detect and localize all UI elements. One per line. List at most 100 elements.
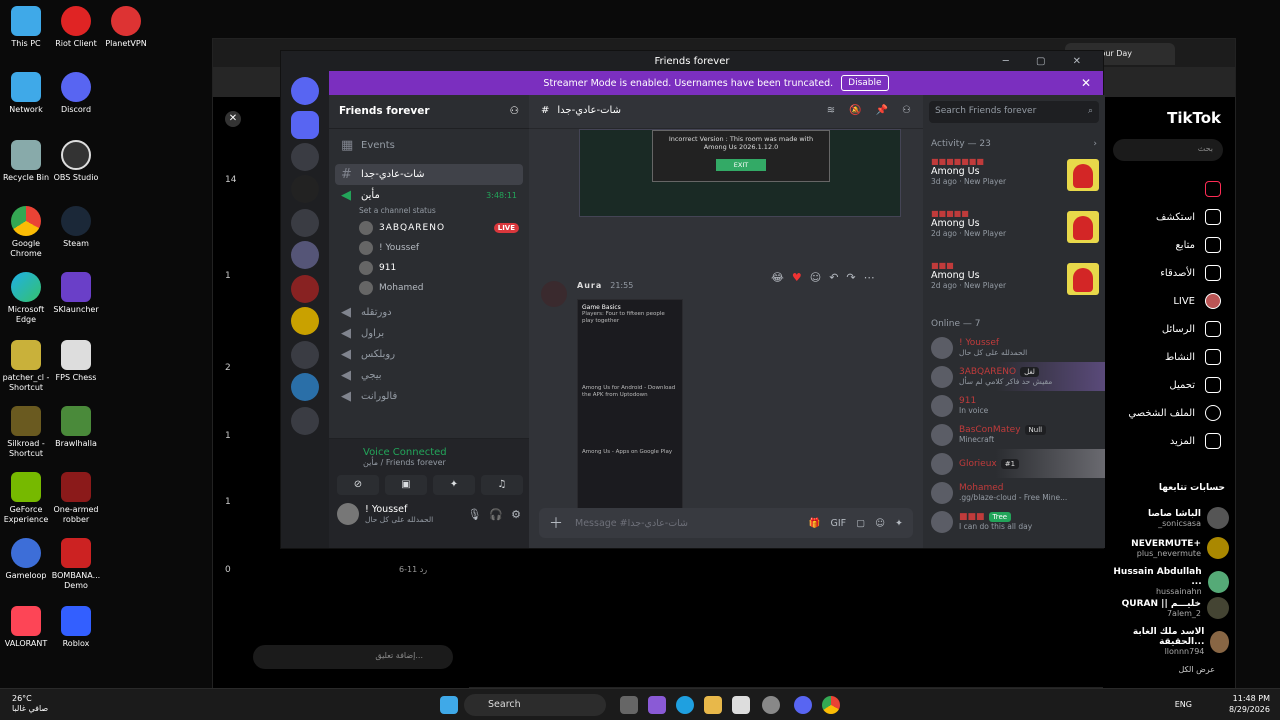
server-icon[interactable]	[291, 209, 319, 237]
set-status-link[interactable]: Set a channel status	[329, 206, 529, 218]
following-account[interactable]: NEVERMUTE+ plus_nevermute	[1131, 537, 1229, 559]
nav-activity[interactable]: النشاط	[1165, 347, 1221, 367]
member-item[interactable]: Glorieux #1	[923, 449, 1105, 478]
silkroad-shortcut-icon[interactable]: Silkroad - Shortcut	[0, 406, 52, 459]
add-reaction-icon[interactable]: ☺	[810, 271, 821, 284]
voice-user[interactable]: Mohamed	[329, 278, 529, 298]
emoji-icon[interactable]: ☺	[875, 518, 885, 529]
reply-icon[interactable]: ↶	[829, 271, 838, 284]
members-icon[interactable]: ⚇	[902, 105, 911, 118]
disable-button[interactable]: Disable	[841, 75, 889, 91]
member-item[interactable]: BasConMatey Null Minecraft	[923, 420, 1105, 449]
discord-home-icon[interactable]	[291, 77, 319, 105]
server-icon[interactable]	[291, 143, 319, 171]
gift-icon[interactable]: 🎁	[809, 518, 821, 529]
voice-channel-item[interactable]: ◀ دورتقله	[329, 302, 529, 323]
network-icon[interactable]: Network	[0, 72, 52, 115]
server-icon[interactable]	[291, 241, 319, 269]
geforce-experience-icon[interactable]: GeForce Experience	[0, 472, 52, 525]
server-icon[interactable]	[291, 373, 319, 401]
valorant-icon[interactable]: VALORANT	[0, 606, 52, 649]
nav-friends[interactable]: الأصدقاء	[1160, 263, 1221, 283]
heart-emoji-icon[interactable]: ♥	[792, 271, 802, 284]
microsoft-edge-icon[interactable]: Microsoft Edge	[0, 272, 52, 325]
voice-channel-item[interactable]: ◀ روبلكس	[329, 344, 529, 365]
channel-item-text[interactable]: # شات-عادي-جدا	[335, 164, 523, 185]
following-account[interactable]: الباشا صاصا _sonicsasa	[1148, 507, 1229, 529]
file-explorer-icon[interactable]	[704, 696, 722, 714]
google-chrome-icon[interactable]: Google Chrome	[0, 206, 52, 259]
server-icon[interactable]	[291, 341, 319, 369]
following-account[interactable]: Hussain Abdullah ... hussainahn	[1103, 567, 1229, 596]
server-icon[interactable]	[291, 307, 319, 335]
server-icon[interactable]	[291, 175, 319, 203]
forward-icon[interactable]: ↷	[846, 271, 855, 284]
nav-upload[interactable]: تحميل	[1169, 375, 1221, 395]
nav-more[interactable]: المزيد	[1170, 431, 1221, 451]
close-icon[interactable]: ✕	[225, 111, 241, 127]
fps-chess-icon[interactable]: FPS Chess	[50, 340, 102, 383]
soundboard-button[interactable]: ♫	[481, 475, 523, 495]
see-all-link[interactable]: عرض الكل	[1178, 665, 1215, 674]
obs-studio-icon[interactable]: OBS Studio	[50, 140, 102, 183]
comment-input[interactable]: إضافة تعليق...	[253, 645, 453, 669]
taskbar-search[interactable]: Search	[464, 694, 606, 716]
brawlhalla-icon[interactable]: Brawlhalla	[50, 406, 102, 449]
server-icon[interactable]	[291, 407, 319, 435]
laugh-emoji-icon[interactable]: 😂	[771, 271, 784, 284]
store-icon[interactable]	[732, 696, 750, 714]
notifications-icon[interactable]: 🔕	[849, 105, 861, 118]
riot-client-icon[interactable]: Riot Client	[50, 6, 102, 49]
discord-icon[interactable]: Discord	[50, 72, 102, 115]
nav-live[interactable]: LIVE	[1173, 291, 1221, 311]
member-item[interactable]: 3ABQARENO لغل مقيش حد فاكر كلامي لم سأل	[923, 362, 1105, 391]
start-icon[interactable]	[440, 696, 458, 714]
activity-card[interactable]: ■■■■■ Among Us 2d ago · New Player	[923, 205, 1105, 257]
message-input[interactable]: ＋ Message #شات-عادي-جدا 🎁 GIF ▢ ☺ ✦	[539, 508, 913, 538]
window-controls[interactable]: ─ ▢ ✕	[1003, 56, 1093, 67]
voice-channel-item[interactable]: ◀ بيجي	[329, 365, 529, 386]
roblox-icon[interactable]: Roblox	[50, 606, 102, 649]
steam-icon[interactable]: Steam	[50, 206, 102, 249]
voice-user[interactable]: 911	[329, 258, 529, 278]
edge-taskbar-icon[interactable]	[676, 696, 694, 714]
gameloop-icon[interactable]: Gameloop	[0, 538, 52, 581]
voice-user[interactable]: 3ABQARENO LIVE	[329, 218, 529, 238]
attached-screenshot[interactable]: Incorrect Version : This room was made w…	[579, 129, 901, 217]
activities-button[interactable]: ✦	[433, 475, 475, 495]
bombana-demo-icon[interactable]: BOMBANA... Demo	[50, 538, 102, 591]
this-pc-icon[interactable]: This PC	[0, 6, 52, 49]
copilot-icon[interactable]	[648, 696, 666, 714]
member-item[interactable]: ! Youssef الحمدلله على كل حال	[923, 333, 1105, 362]
nav-profile[interactable]: الملف الشخصي	[1128, 403, 1221, 423]
avatar[interactable]	[541, 281, 567, 307]
server-header[interactable]: Friends forever ⚇	[329, 95, 529, 129]
threads-icon[interactable]: ≋	[827, 105, 835, 118]
system-tray[interactable]: ENG 11:48 PM 8/29/2026	[1175, 693, 1270, 715]
screen-share-button[interactable]: ▣	[385, 475, 427, 495]
server-icon[interactable]	[291, 111, 319, 139]
task-view-icon[interactable]	[620, 696, 638, 714]
mic-icon[interactable]: 🎙	[467, 508, 481, 521]
sticker-icon[interactable]: ▢	[856, 518, 865, 529]
activity-card[interactable]: ■■■ Among Us 2d ago · New Player	[923, 257, 1105, 309]
add-member-icon[interactable]: ⚇	[510, 105, 519, 118]
chrome-taskbar-icon[interactable]	[822, 696, 840, 714]
recycle-bin-icon[interactable]: Recycle Bin	[0, 140, 52, 183]
member-item[interactable]: Mohamed .gg/blaze-cloud - Free Mine...	[923, 478, 1105, 507]
nav-explore[interactable]: استكشف	[1156, 207, 1221, 227]
pin-icon[interactable]: 📌	[876, 105, 888, 118]
steam-taskbar-icon[interactable]	[762, 696, 780, 714]
headphones-icon[interactable]: 🎧	[489, 508, 503, 521]
events-item[interactable]: ▦ Events	[329, 135, 529, 156]
search-input[interactable]: Search Friends forever ⌕	[929, 101, 1099, 123]
patcher-shortcut-icon[interactable]: patcher_cl - Shortcut	[0, 340, 52, 393]
discord-taskbar-icon[interactable]	[794, 696, 812, 714]
weather-widget[interactable]: 26°C صافي غالبا	[12, 694, 48, 714]
following-account[interactable]: QURAN || خليـــم 7alem_2	[1122, 597, 1229, 619]
server-icon[interactable]	[291, 275, 319, 303]
gif-icon[interactable]: GIF	[831, 518, 847, 529]
camera-button[interactable]: ⊘	[337, 475, 379, 495]
plus-icon[interactable]: ＋	[549, 513, 563, 533]
more-icon[interactable]: ⋯	[864, 271, 875, 284]
